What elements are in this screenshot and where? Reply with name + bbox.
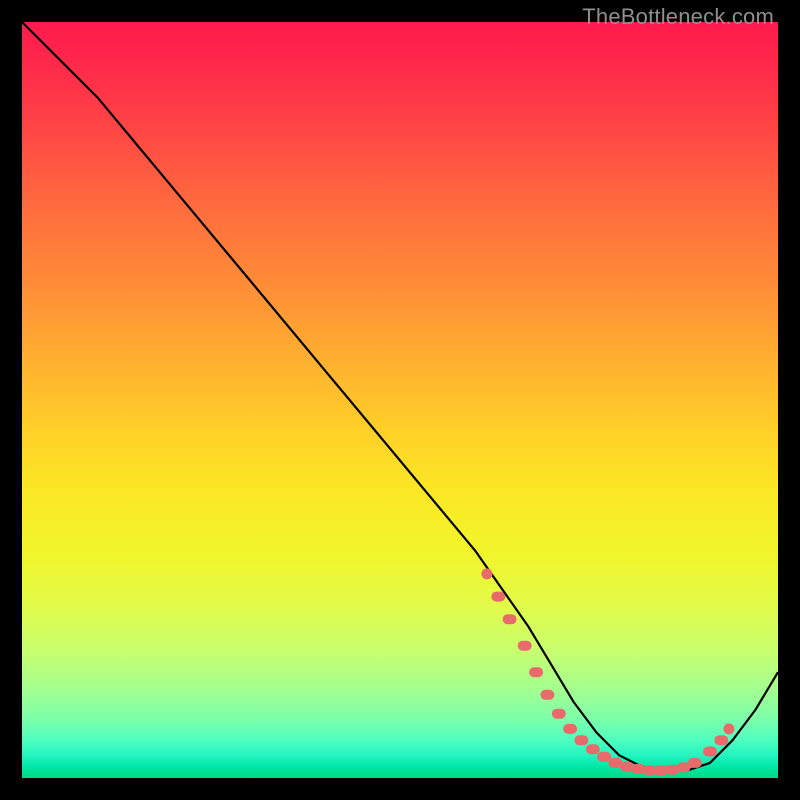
bottleneck-curve	[22, 22, 778, 770]
highlight-dot	[563, 724, 577, 734]
highlight-dot	[723, 723, 734, 734]
highlight-dot	[552, 709, 566, 719]
highlight-dot	[574, 735, 588, 745]
chart-svg	[22, 22, 778, 778]
highlight-dot	[597, 752, 611, 762]
highlight-dot	[714, 735, 728, 745]
chart-frame: TheBottleneck.com	[0, 0, 800, 800]
highlight-dot	[481, 568, 492, 579]
highlight-dot	[503, 614, 517, 624]
plot-area	[22, 22, 778, 778]
highlight-dot	[491, 592, 505, 602]
highlight-dot	[586, 744, 600, 754]
highlight-dot	[703, 747, 717, 757]
highlight-dot	[518, 641, 532, 651]
highlight-dot	[529, 667, 543, 677]
watermark-text: TheBottleneck.com	[582, 4, 774, 30]
highlight-dot	[540, 690, 554, 700]
highlight-dot	[688, 758, 702, 768]
